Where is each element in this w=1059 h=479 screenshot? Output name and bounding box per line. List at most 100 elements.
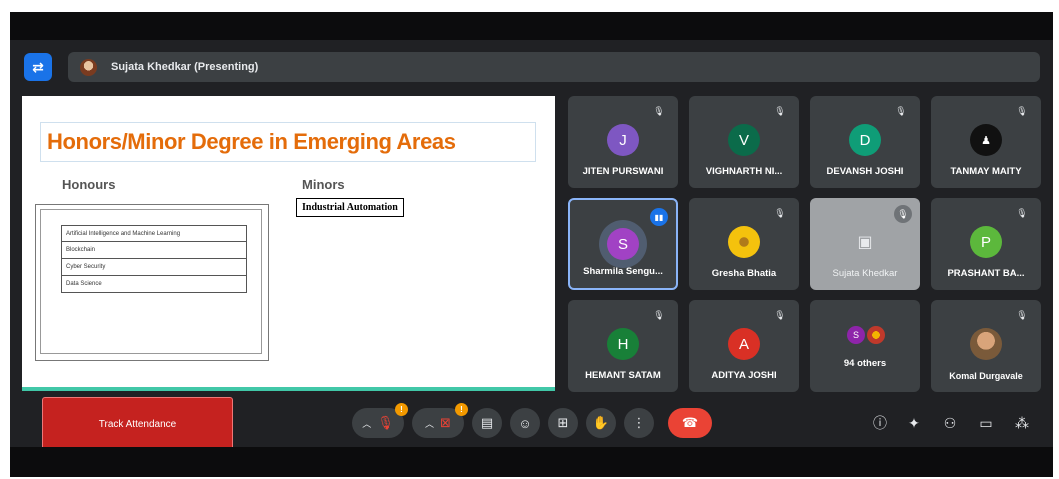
avatar: S	[607, 228, 639, 260]
speaking-indicator-icon: ▮▮	[650, 208, 668, 226]
avatar: J	[607, 124, 639, 156]
camera-control[interactable]: ︿ ⊠ !	[412, 403, 468, 438]
participant-tile[interactable]: 🎙︎ Komal Durgavale	[931, 300, 1041, 392]
present-icon: ⊞	[557, 415, 569, 430]
activities-button[interactable]: ⁂	[1012, 413, 1032, 433]
participant-tile[interactable]: 🎙︎ ♟ TANMAY MAITY	[931, 96, 1041, 188]
participant-name: VIGHNARTH NI...	[705, 166, 783, 177]
mic-off-icon: 🎙︎	[774, 207, 786, 218]
mic-off-icon: 🎙︎	[1016, 207, 1028, 218]
profile-photo-icon	[728, 226, 760, 258]
participant-name: Komal Durgavale	[949, 371, 1023, 381]
slide-title: Honors/Minor Degree in Emerging Areas	[47, 129, 456, 154]
others-tile[interactable]: S 94 others	[810, 300, 920, 392]
honours-table-inner: Artificial Intelligence and Machine Lear…	[40, 209, 262, 354]
participant-name: DEVANSH JOSHI	[826, 166, 904, 177]
mic-off-icon: 🎙︎	[1016, 105, 1028, 116]
presenter-name: Sujata Khedkar (Presenting)	[111, 61, 259, 73]
shapes-icon: ✦	[908, 414, 920, 431]
captions-button[interactable]: ▤	[472, 408, 502, 438]
presenter-bar[interactable]: Sujata Khedkar (Presenting)	[68, 52, 1040, 82]
slide-title-box: Honors/Minor Degree in Emerging Areas	[40, 122, 536, 162]
mic-warning-badge: !	[395, 403, 408, 416]
meet-app-icon[interactable]: ⇄	[24, 53, 52, 81]
meeting-info-button[interactable]: ⓘ	[870, 413, 890, 433]
profile-photo-icon	[867, 326, 885, 344]
mic-off-icon: 🎙︎	[653, 105, 665, 116]
captions-icon: ▤	[480, 415, 494, 430]
participant-name: TANMAY MAITY	[950, 166, 1022, 177]
participant-name: Sharmila Sengu...	[583, 266, 663, 277]
mic-off-icon: 🎙︎	[774, 105, 786, 116]
raise-hand-button[interactable]: ✋	[586, 408, 616, 438]
minors-heading: Minors	[302, 177, 345, 192]
participant-tile[interactable]: 🎙︎ P PRASHANT BA...	[931, 198, 1041, 290]
mic-off-icon: 🎙︎	[377, 415, 394, 430]
participant-name: JITEN PURSWANI	[582, 166, 664, 177]
others-avatars: S	[847, 326, 885, 344]
bottom-dark-band	[10, 447, 1053, 477]
camera-warning-badge: !	[455, 403, 468, 416]
people-icon: ⚇	[943, 414, 957, 431]
participant-name: Gresha Bhatia	[711, 268, 777, 279]
honours-item: Blockchain	[61, 242, 247, 259]
emoji-icon: ☺	[518, 415, 532, 431]
shared-slide: Honors/Minor Degree in Emerging Areas Ho…	[22, 96, 555, 391]
mic-control[interactable]: ︿ 🎙︎ !	[352, 403, 408, 438]
host-controls-button[interactable]: ✦	[904, 413, 924, 433]
presentation-icon: ▣	[857, 234, 873, 251]
chat-icon: ▭	[979, 414, 993, 431]
info-icon: ⓘ	[873, 415, 887, 431]
participant-name: HEMANT SATAM	[585, 370, 661, 381]
honours-item: Cyber Security	[61, 259, 247, 276]
hand-icon: ✋	[592, 415, 610, 430]
participant-tile[interactable]: 🎙︎ V VIGHNARTH NI...	[689, 96, 799, 188]
leave-call-button[interactable]: ☎	[668, 408, 712, 438]
mic-off-icon: 🎙︎	[1016, 309, 1028, 320]
avatar: V	[728, 124, 760, 156]
mic-off-icon: 🎙︎	[774, 309, 786, 320]
chat-button[interactable]: ▭	[976, 413, 996, 433]
participant-tile[interactable]: 🎙︎ Gresha Bhatia	[689, 198, 799, 290]
track-attendance-button[interactable]: Track Attendance	[42, 397, 233, 452]
chevron-up-icon: ︿	[425, 418, 435, 429]
avatar: A	[728, 328, 760, 360]
activities-icon: ⁂	[1015, 414, 1029, 431]
participant-tile[interactable]: 🎙︎ D DEVANSH JOSHI	[810, 96, 920, 188]
profile-photo-icon: ♟	[970, 124, 1002, 156]
honours-item: Data Science	[61, 276, 247, 293]
more-vert-icon: ⋮	[632, 415, 646, 430]
honours-item: Artificial Intelligence and Machine Lear…	[61, 225, 247, 242]
honours-list: Artificial Intelligence and Machine Lear…	[61, 225, 247, 293]
presenter-avatar	[80, 58, 97, 76]
mic-off-icon: 🎙︎	[894, 205, 912, 223]
honours-heading: Honours	[62, 177, 116, 192]
people-button[interactable]: ⚇	[940, 413, 960, 433]
chevron-up-icon: ︿	[362, 418, 372, 429]
avatar: H	[607, 328, 639, 360]
top-dark-band	[10, 12, 1053, 40]
minor-item: Industrial Automation	[296, 198, 404, 217]
end-call-icon: ☎	[681, 415, 699, 430]
mic-off-icon: 🎙︎	[653, 309, 665, 320]
avatar: S	[847, 326, 865, 344]
participant-tile[interactable]: 🎙︎ A ADITYA JOSHI	[689, 300, 799, 392]
participant-tile-speaking[interactable]: ▮▮ S Sharmila Sengu...	[568, 198, 678, 290]
reactions-button[interactable]: ☺	[510, 408, 540, 438]
participant-tile[interactable]: 🎙︎ J JITEN PURSWANI	[568, 96, 678, 188]
participant-name: ADITYA JOSHI	[711, 370, 777, 381]
participant-tile-presenter[interactable]: 🎙︎ ▣ Sujata Khedkar	[810, 198, 920, 290]
meeting-window: ⇄ Sujata Khedkar (Presenting) Honors/Min…	[10, 40, 1053, 452]
avatar: P	[970, 226, 1002, 258]
participant-tile[interactable]: 🎙︎ H HEMANT SATAM	[568, 300, 678, 392]
screenshot-frame: ⇄ Sujata Khedkar (Presenting) Honors/Min…	[10, 12, 1053, 477]
mic-off-icon: 🎙︎	[895, 105, 907, 116]
present-button[interactable]: ⊞	[548, 408, 578, 438]
profile-photo-icon	[970, 328, 1002, 360]
avatar: D	[849, 124, 881, 156]
participant-name: PRASHANT BA...	[947, 268, 1025, 279]
honours-table-frame: Artificial Intelligence and Machine Lear…	[35, 204, 269, 361]
more-options-button[interactable]: ⋮	[624, 408, 654, 438]
participant-name: Sujata Khedkar	[832, 268, 898, 279]
camera-off-icon: ⊠	[440, 415, 451, 430]
